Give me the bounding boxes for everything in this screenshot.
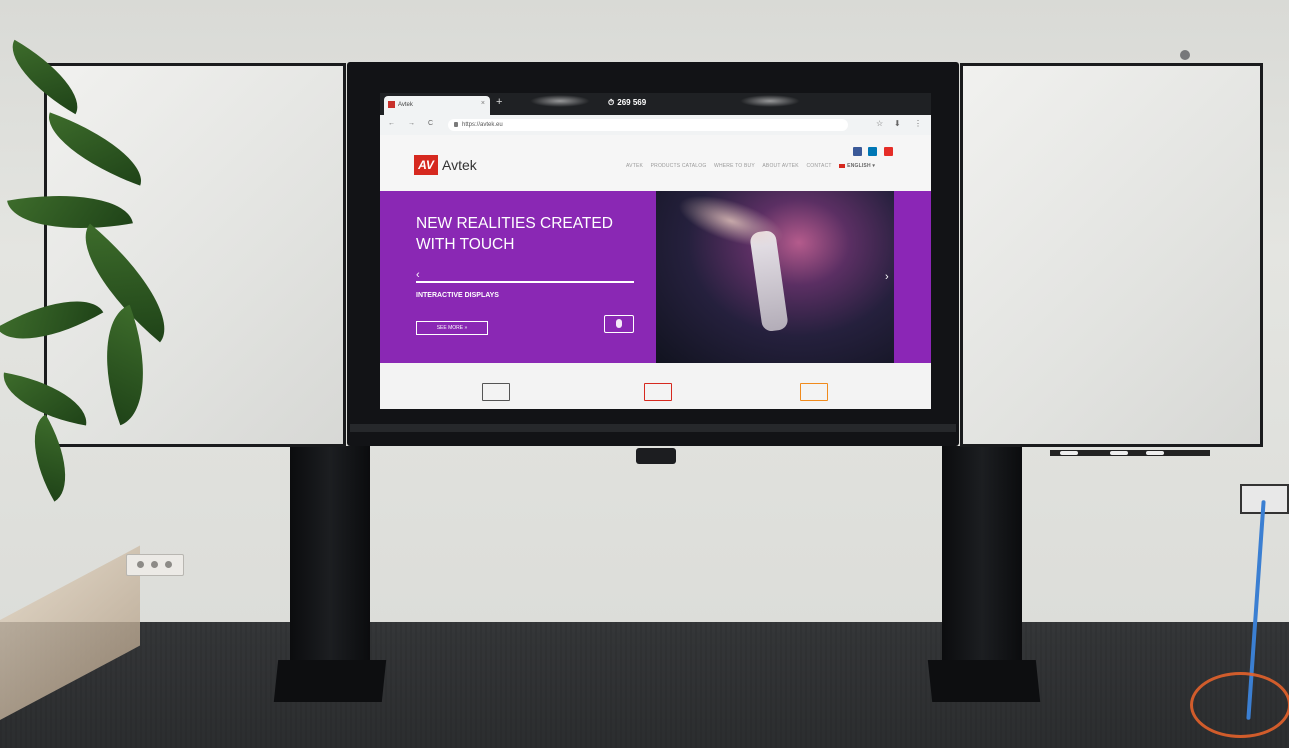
forward-button[interactable]: → — [408, 120, 415, 127]
light-reflection — [740, 95, 800, 107]
hero-banner: NEW REALITIES CREATED WITH TOUCH ‹ INTER… — [380, 184, 931, 363]
display-screen[interactable]: Avtek × + ⏱ 269 569 ← → C https://avtek.e… — [380, 93, 931, 409]
hero-title: NEW REALITIES CREATED WITH TOUCH — [416, 215, 613, 253]
orange-cable — [1190, 672, 1289, 738]
language-label: ENGLISH ▾ — [847, 163, 876, 169]
browser-tab-bar: Avtek × + ⏱ 269 569 — [380, 93, 931, 115]
facebook-icon[interactable] — [853, 147, 862, 156]
site-header: AV Avtek AVTEK PRODUCTS CATALOG WHERE TO… — [380, 135, 931, 191]
wall-socket — [126, 554, 184, 576]
card-window-icon[interactable] — [800, 383, 828, 401]
hero-divider — [416, 281, 634, 283]
lock-icon — [454, 121, 458, 127]
visitor-counter: ⏱ 269 569 — [608, 98, 646, 108]
card-display-icon[interactable] — [482, 383, 510, 401]
url-text: https://avtek.eu — [462, 122, 503, 128]
counter-value: 269 569 — [617, 98, 647, 107]
nav-item-about[interactable]: ABOUT AVTEK — [762, 163, 798, 169]
stand-foot-left — [273, 660, 387, 702]
plant — [0, 39, 210, 540]
whiteboard-right — [960, 63, 1263, 447]
youtube-icon[interactable] — [883, 147, 893, 156]
product-cards — [380, 363, 931, 409]
card-box-icon[interactable] — [644, 383, 672, 401]
favicon-icon — [388, 101, 395, 108]
new-tab-button[interactable]: + — [496, 97, 502, 108]
language-select[interactable]: ENGLISH ▾ — [839, 163, 875, 169]
carpet-floor — [0, 622, 1289, 748]
back-button[interactable]: ← — [388, 120, 395, 127]
nav-item-contact[interactable]: CONTACT — [806, 163, 831, 169]
tab-label: Avtek — [398, 102, 413, 108]
flag-icon — [839, 163, 846, 168]
wall-sensor — [1180, 50, 1190, 60]
download-icon[interactable]: ⬇ — [894, 119, 901, 128]
display-bottom-bar — [350, 424, 956, 432]
nav-item-where-to-buy[interactable]: WHERE TO BUY — [714, 163, 755, 169]
menu-icon[interactable]: ⋮ — [914, 119, 922, 128]
hero-prev-arrow[interactable]: ‹ — [416, 269, 420, 281]
address-bar[interactable]: https://avtek.eu — [448, 119, 848, 131]
social-links — [851, 143, 893, 161]
linkedin-icon[interactable] — [868, 147, 878, 156]
stand-leg-left — [290, 446, 370, 662]
see-more-button[interactable]: SEE MORE » — [416, 321, 488, 335]
nav-item-products[interactable]: PRODUCTS CATALOG — [651, 163, 707, 169]
reload-button[interactable]: C — [428, 120, 433, 127]
light-reflection — [530, 95, 590, 107]
close-icon[interactable]: × — [481, 100, 485, 107]
star-icon[interactable]: ☆ — [876, 119, 883, 128]
marker-tray — [1050, 450, 1210, 456]
hero-next-arrow[interactable]: › — [885, 271, 889, 283]
hero-subtitle: INTERACTIVE DISPLAYS — [416, 292, 499, 299]
browser-tab[interactable]: Avtek × — [384, 96, 490, 115]
hero-text-panel: NEW REALITIES CREATED WITH TOUCH ‹ INTER… — [380, 191, 656, 363]
clock-icon: ⏱ — [608, 98, 615, 107]
nav-item-avtek[interactable]: AVTEK — [626, 163, 643, 169]
browser-toolbar: ← → C https://avtek.eu ☆ ⬇ ⋮ — [380, 115, 931, 136]
logo-text[interactable]: Avtek — [442, 157, 477, 173]
hero-photo — [656, 184, 894, 363]
main-nav: AVTEK PRODUCTS CATALOG WHERE TO BUY ABOU… — [620, 163, 875, 169]
camera-mount — [636, 448, 676, 464]
touch-display-icon — [604, 315, 634, 333]
logo-mark[interactable]: AV — [414, 155, 438, 175]
stand-foot-right — [927, 660, 1041, 702]
stand-leg-right — [942, 446, 1022, 662]
